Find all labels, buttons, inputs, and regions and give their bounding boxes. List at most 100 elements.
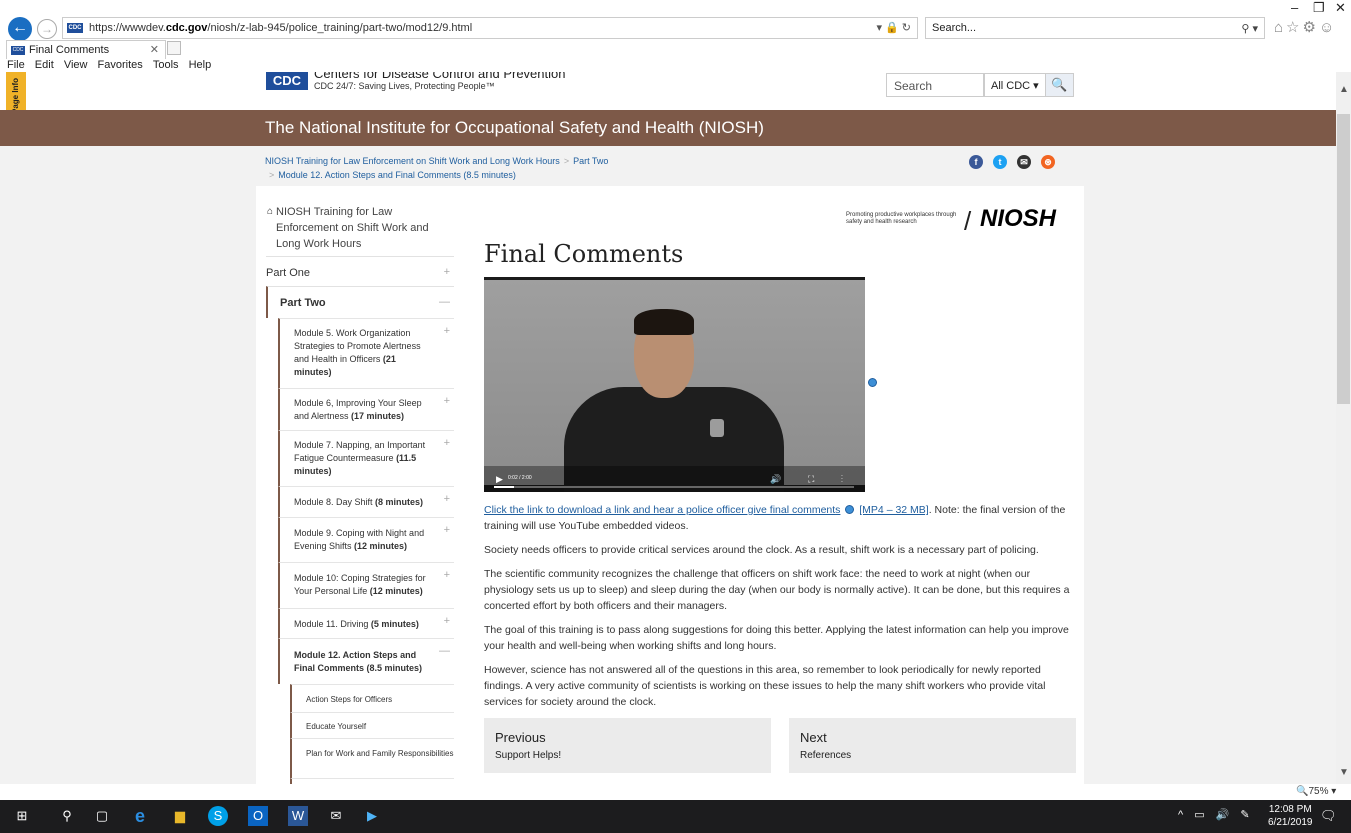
menu-edit[interactable]: Edit (35, 59, 54, 71)
vertical-scrollbar[interactable]: ▲ ▼ (1336, 72, 1351, 784)
search-icon[interactable]: ⚲ (57, 806, 77, 826)
volume-fullscreen-menu-icons[interactable]: 🔊 ⛶ ⋮ (770, 474, 855, 485)
close-window-button[interactable]: ✕ (1335, 0, 1346, 16)
sidebar-module-6[interactable]: Module 6, Improving Your Sleep and Alert… (278, 388, 454, 430)
breadcrumb-module-12[interactable]: Module 12. Action Steps and Final Commen… (278, 170, 516, 180)
home-icon: ⌂ (267, 206, 274, 217)
web-page: Page Info CDC Centers for Disease Contro… (0, 72, 1336, 784)
clock-date: 6/21/2019 (1268, 817, 1313, 828)
next-page-button[interactable]: Next References (789, 718, 1076, 773)
twitter-icon[interactable]: t (993, 155, 1007, 169)
address-bar[interactable]: CDC https://wwwdev.cdc.gov/niosh/z-lab-9… (62, 17, 918, 39)
back-button[interactable]: ← (8, 17, 32, 41)
tab-favicon-icon: CDC (11, 46, 25, 55)
niosh-banner-title[interactable]: The National Institute for Occupational … (265, 118, 764, 138)
sidebar-module-7[interactable]: Module 7. Napping, an Important Fatigue … (278, 430, 454, 486)
sidebar-home-link[interactable]: ⌂ NIOSH Training for Law Enforcement on … (267, 204, 454, 252)
internet-explorer-icon[interactable]: e (130, 806, 150, 826)
video-controls: ▶ 0:02 / 2:00 🔊 ⛶ ⋮ (484, 466, 865, 492)
sidebar-item-part-two[interactable]: Part Two — (266, 286, 454, 318)
menu-tools[interactable]: Tools (153, 59, 179, 71)
expand-icon[interactable]: + (444, 524, 450, 537)
page-title: Final Comments (484, 240, 684, 268)
sidebar-sub-plan-work-family[interactable]: Plan for Work and Family Responsibilitie… (290, 738, 454, 778)
breadcrumb: NIOSH Training for Law Enforcement on Sh… (265, 156, 609, 180)
task-view-icon[interactable]: ▢ (92, 806, 112, 826)
home-favorites-settings-icons[interactable]: ⌂☆⚙☺ (1274, 18, 1337, 36)
new-tab-button[interactable] (167, 41, 181, 55)
video-player[interactable]: ▶ 0:02 / 2:00 🔊 ⛶ ⋮ (484, 277, 865, 492)
cdc-logo[interactable]: CDC (266, 72, 308, 90)
paragraph-4: However, science has not answered all of… (484, 664, 1046, 708)
expand-icon[interactable]: + (444, 493, 450, 506)
download-paragraph: Click the link to download a link and he… (484, 504, 1066, 532)
play-icon[interactable]: ▶ (496, 474, 503, 485)
scroll-up-icon[interactable]: ▲ (1339, 84, 1349, 95)
search-icon[interactable]: 🔍 (1045, 73, 1074, 97)
menu-file[interactable]: File (7, 59, 25, 71)
browser-tab[interactable]: CDC Final Comments ✕ (6, 40, 166, 59)
browser-chrome: – ❐ ✕ ← → CDC https://wwwdev.cdc.gov/nio… (0, 0, 1351, 72)
sidebar-module-12[interactable]: Module 12. Action Steps and Final Commen… (278, 638, 454, 684)
sidebar-module-10[interactable]: Module 10: Coping Strategies for Your Pe… (278, 562, 454, 608)
facebook-icon[interactable]: f (969, 155, 983, 169)
expand-icon[interactable]: + (444, 615, 450, 628)
expand-icon[interactable]: + (444, 437, 450, 450)
lock-refresh-icon[interactable]: ▾ 🔒 ↻ (876, 21, 911, 34)
menu-help[interactable]: Help (189, 59, 212, 71)
expand-icon[interactable]: + (444, 395, 450, 408)
external-link-icon[interactable] (845, 505, 855, 514)
collapse-icon[interactable]: — (439, 645, 450, 658)
video-progress-bar[interactable] (494, 486, 854, 488)
breadcrumb-training[interactable]: NIOSH Training for Law Enforcement on Sh… (265, 156, 560, 166)
start-icon[interactable]: ⊞ (12, 806, 32, 826)
clock[interactable]: 12:08 PM 6/21/2019 (1268, 803, 1313, 829)
skype-icon[interactable]: S (208, 806, 228, 826)
external-link-icon[interactable] (868, 378, 877, 387)
sidebar-sub-action-steps[interactable]: Action Steps for Officers (290, 684, 454, 712)
syndicate-icon[interactable]: ⊛ (1041, 155, 1055, 169)
menu-favorites[interactable]: Favorites (98, 59, 143, 71)
expand-icon[interactable]: + (444, 266, 450, 278)
word-icon[interactable]: W (288, 806, 308, 826)
outlook-icon[interactable]: O (248, 806, 268, 826)
notifications-icon[interactable]: 🗨 (1320, 808, 1337, 824)
site-favicon-icon: CDC (67, 23, 83, 33)
expand-icon[interactable]: + (444, 325, 450, 338)
minimize-button[interactable]: – (1291, 0, 1298, 15)
email-icon[interactable]: ✉ (1017, 155, 1031, 169)
menu-view[interactable]: View (64, 59, 88, 71)
site-search-input[interactable]: Search (886, 73, 984, 97)
niosh-logo-word: NIOSH (980, 205, 1057, 232)
sidebar-module-8[interactable]: Module 8. Day Shift (8 minutes) + (278, 486, 454, 517)
sidebar-item-part-one[interactable]: Part One + (266, 256, 454, 286)
file-explorer-icon[interactable]: ▆ (170, 806, 190, 826)
media-icon[interactable]: ▶ (362, 806, 382, 826)
search-icon[interactable]: ⚲ ▾ (1241, 22, 1258, 35)
search-scope-select[interactable]: All CDC ▾ (984, 73, 1046, 97)
taskbar: ⊞ ⚲ ▢ e ▆ S O W ✉ ▶ ^ ▭ 🔊 ✎ 12:08 PM 6/2… (0, 800, 1351, 833)
download-video-link[interactable]: Click the link to download a link and he… (484, 504, 840, 516)
sidebar-module-5[interactable]: Module 5. Work Organization Strategies t… (278, 318, 454, 388)
zoom-level[interactable]: 🔍75% ▾ (1296, 786, 1336, 797)
mail-icon[interactable]: ✉ (326, 806, 346, 826)
expand-icon[interactable]: + (444, 569, 450, 582)
url-text: https://wwwdev.cdc.gov/niosh/z-lab-945/p… (89, 22, 473, 34)
org-tagline: CDC 24/7: Saving Lives, Protecting Peopl… (314, 81, 495, 91)
close-tab-icon[interactable]: ✕ (150, 43, 159, 56)
sidebar-sub-educate-yourself[interactable]: Educate Yourself (290, 712, 454, 738)
scrollbar-thumb[interactable] (1337, 114, 1350, 404)
browser-search-input[interactable]: Search... ⚲ ▾ (925, 17, 1265, 39)
restore-button[interactable]: ❐ (1313, 0, 1325, 16)
sidebar-module-9[interactable]: Module 9. Coping with Night and Evening … (278, 517, 454, 562)
collapse-icon[interactable]: — (439, 296, 450, 308)
officer-hair (634, 309, 694, 335)
system-tray-icons[interactable]: ^ ▭ 🔊 ✎ (1178, 808, 1254, 821)
previous-page-button[interactable]: Previous Support Helps! (484, 718, 771, 773)
sidebar-module-11[interactable]: Module 11. Driving (5 minutes) + (278, 608, 454, 638)
scroll-down-icon[interactable]: ▼ (1339, 767, 1349, 778)
breadcrumb-part-two[interactable]: Part Two (573, 156, 608, 166)
org-name: Centers for Disease Control and Preventi… (314, 72, 566, 81)
download-size-link[interactable]: [MP4 – 32 MB] (859, 504, 928, 516)
forward-button[interactable]: → (37, 19, 57, 39)
